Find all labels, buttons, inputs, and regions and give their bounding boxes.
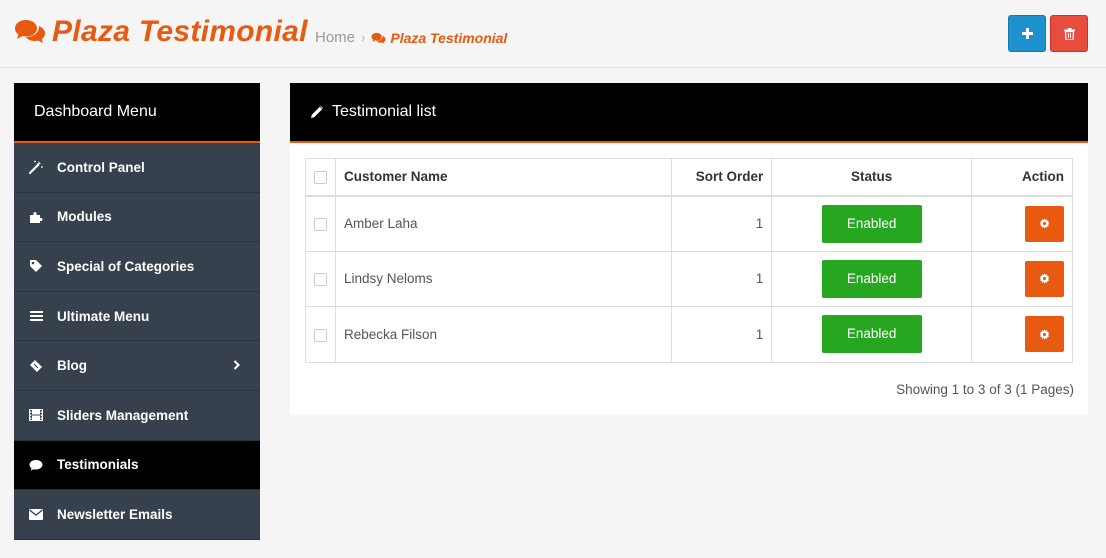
column-header-sort-order[interactable]: Sort Order xyxy=(671,158,773,197)
add-button[interactable] xyxy=(1008,15,1046,52)
sidebar-item-ultimate-menu[interactable]: Ultimate Menu xyxy=(14,291,260,342)
breadcrumb-home-link[interactable]: Home xyxy=(315,28,355,48)
page-header: Plaza Testimonial Home › Plaza Testimoni… xyxy=(0,0,1106,68)
status-cell: Enabled xyxy=(771,306,973,363)
table-row: Rebecka Filson 1 Enabled xyxy=(305,306,1073,363)
sidebar-item-label: Ultimate Menu xyxy=(57,308,150,324)
sidebar-item-blog[interactable]: Blog xyxy=(14,341,260,391)
status-enabled-button[interactable]: Enabled xyxy=(821,204,922,243)
gear-icon xyxy=(1039,273,1050,284)
table-row: Lindsy Neloms 1 Enabled xyxy=(305,250,1073,307)
delete-button[interactable] xyxy=(1050,15,1088,52)
sort-order-cell: 1 xyxy=(671,306,773,363)
chevron-right-icon xyxy=(233,357,240,375)
testimonial-list-panel: Testimonial list Customer Name Sort Orde… xyxy=(290,83,1088,415)
customer-name-cell: Lindsy Neloms xyxy=(334,250,673,307)
sidebar-item-label: Control Panel xyxy=(57,159,145,175)
sidebar-item-newsletter-emails[interactable]: Newsletter Emails xyxy=(14,490,260,540)
gear-icon xyxy=(1039,329,1050,340)
sidebar-item-label: Special of Categories xyxy=(57,258,195,274)
select-all-cell xyxy=(305,158,336,197)
status-enabled-button[interactable]: Enabled xyxy=(821,259,922,298)
dashboard-sidebar: Dashboard Menu Control Panel Modules Spe… xyxy=(14,83,260,540)
sidebar-item-special-of-categories[interactable]: Special of Categories xyxy=(14,242,260,292)
status-enabled-button[interactable]: Enabled xyxy=(821,315,922,354)
sidebar-item-sliders-management[interactable]: Sliders Management xyxy=(14,390,260,441)
edit-button[interactable] xyxy=(1025,260,1064,297)
sort-order-cell: 1 xyxy=(671,195,773,252)
status-cell: Enabled xyxy=(771,195,973,252)
customer-name-cell: Rebecka Filson xyxy=(334,306,673,363)
trash-icon xyxy=(1063,27,1075,40)
breadcrumb-current-link[interactable]: Plaza Testimonial xyxy=(390,28,507,48)
sidebar-item-label: Sliders Management xyxy=(57,407,189,423)
row-checkbox[interactable] xyxy=(313,273,327,287)
envelope-icon xyxy=(28,506,44,522)
sidebar-item-label: Testimonials xyxy=(57,457,139,473)
plus-icon xyxy=(1021,28,1033,39)
breadcrumb: Home › Plaza Testimonial xyxy=(315,28,507,48)
magic-wand-icon xyxy=(28,159,44,175)
page-title: Plaza Testimonial xyxy=(52,15,308,48)
panel-title: Testimonial list xyxy=(332,103,437,120)
row-select-cell xyxy=(305,250,336,307)
action-cell xyxy=(971,250,1073,307)
customer-name-cell: Amber Laha xyxy=(334,195,673,252)
comment-icon xyxy=(28,457,44,473)
pagination-summary: Showing 1 to 3 of 3 (1 Pages) xyxy=(896,382,1074,397)
column-header-status: Status xyxy=(771,158,973,197)
action-cell xyxy=(971,195,1073,252)
row-checkbox[interactable] xyxy=(313,328,327,342)
gear-icon xyxy=(1039,218,1050,229)
sort-order-cell: 1 xyxy=(671,250,773,307)
edit-button[interactable] xyxy=(1025,316,1064,353)
select-all-checkbox[interactable] xyxy=(313,171,327,185)
film-icon xyxy=(28,407,44,423)
sidebar-item-control-panel[interactable]: Control Panel xyxy=(14,143,260,193)
sidebar-item-label: Modules xyxy=(57,209,112,225)
ticket-icon xyxy=(28,358,44,374)
pencil-icon xyxy=(311,105,324,118)
breadcrumb-separator: › xyxy=(361,30,366,45)
action-cell xyxy=(971,306,1073,363)
puzzle-icon xyxy=(28,209,44,225)
column-header-customer-name[interactable]: Customer Name xyxy=(334,158,673,197)
status-cell: Enabled xyxy=(771,250,973,307)
title-wrap: Plaza Testimonial xyxy=(14,14,308,50)
sidebar-item-label: Blog xyxy=(57,358,87,374)
tag-icon xyxy=(28,258,44,274)
testimonial-table: Customer Name Sort Order Status Action A… xyxy=(305,158,1073,363)
comments-icon xyxy=(15,20,45,43)
bars-icon xyxy=(28,308,44,324)
sidebar-item-label: Newsletter Emails xyxy=(57,506,173,522)
comments-icon xyxy=(371,32,386,44)
edit-button[interactable] xyxy=(1025,205,1064,242)
sidebar-item-modules[interactable]: Modules xyxy=(14,192,260,243)
row-checkbox[interactable] xyxy=(313,217,327,231)
table-row: Amber Laha 1 Enabled xyxy=(305,195,1073,252)
row-select-cell xyxy=(305,306,336,363)
sidebar-item-testimonials[interactable]: Testimonials xyxy=(14,440,260,491)
row-select-cell xyxy=(305,195,336,252)
table-header-row: Customer Name Sort Order Status Action xyxy=(305,158,1073,197)
column-header-action: Action xyxy=(971,158,1073,197)
panel-heading: Testimonial list xyxy=(290,83,1088,143)
sidebar-heading: Dashboard Menu xyxy=(14,83,260,143)
